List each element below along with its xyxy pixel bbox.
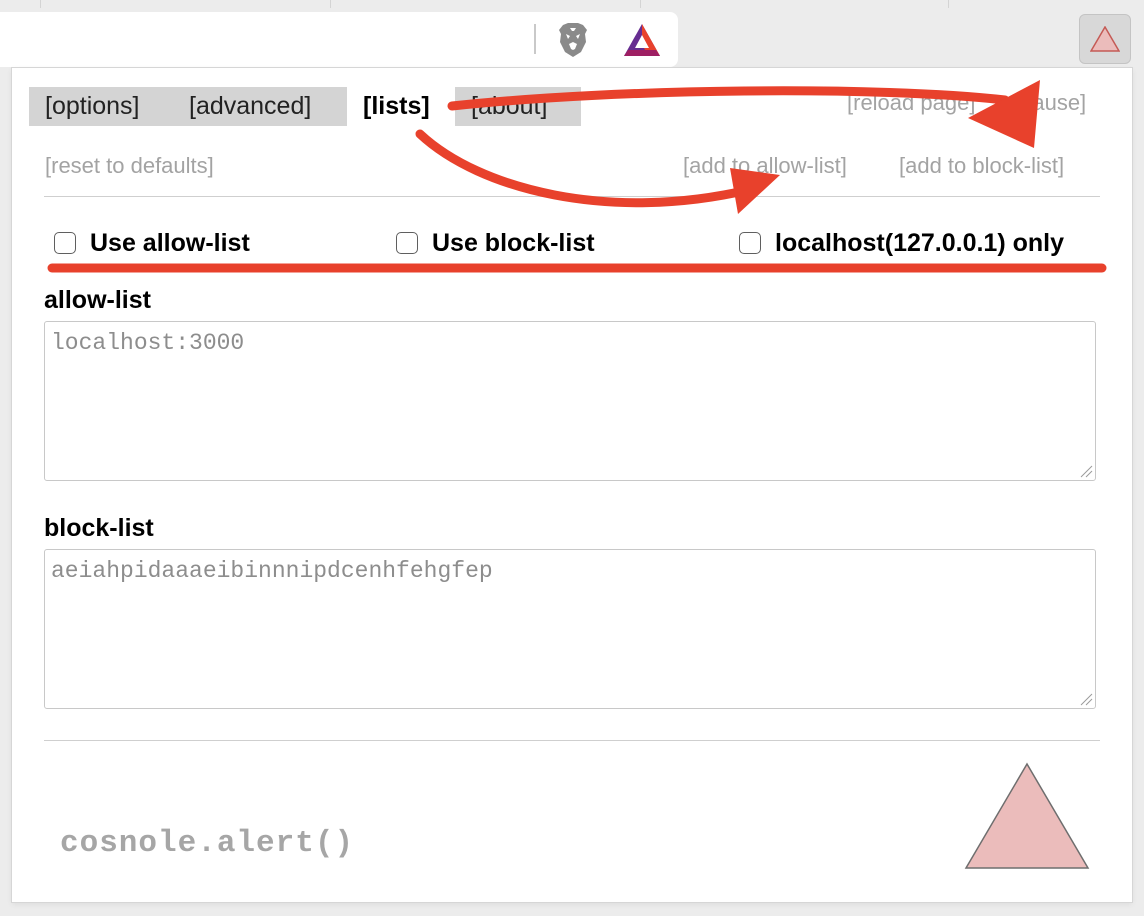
tab-advanced[interactable]: [advanced] — [173, 87, 363, 126]
address-bar-separator — [534, 24, 536, 54]
use-block-list-label: Use block-list — [432, 228, 595, 257]
use-block-list-checkbox[interactable] — [396, 232, 418, 254]
localhost-only-option: localhost(127.0.0.1) only — [739, 226, 1064, 260]
use-allow-list-checkbox[interactable] — [54, 232, 76, 254]
divider-bottom — [44, 740, 1100, 741]
extension-button[interactable] — [1079, 14, 1131, 64]
triangle-logo-icon — [964, 762, 1090, 869]
allow-list-placeholder: localhost:3000 — [51, 330, 245, 356]
use-block-list-option: Use block-list — [396, 226, 595, 260]
extension-popup: [options] [advanced] [lists] [about] [re… — [12, 68, 1132, 902]
reset-defaults-link[interactable]: [reset to defaults] — [45, 153, 214, 179]
add-to-block-list-link[interactable]: [add to block-list] — [899, 153, 1064, 179]
console-alert-text: cosnole.alert() — [60, 826, 355, 861]
brave-lion-icon[interactable] — [557, 22, 589, 58]
block-list-placeholder: aeiahpidaaaeibinnnipdcenhfehgfep — [51, 558, 493, 584]
localhost-only-checkbox[interactable] — [739, 232, 761, 254]
localhost-only-label: localhost(127.0.0.1) only — [775, 228, 1064, 257]
block-list-title: block-list — [44, 514, 154, 542]
use-allow-list-label: Use allow-list — [90, 228, 250, 257]
allow-list-title: allow-list — [44, 286, 151, 314]
browser-toolbar — [0, 0, 1144, 67]
add-to-allow-list-link[interactable]: [add to allow-list] — [683, 153, 847, 179]
resize-grip-icon[interactable] — [1079, 692, 1093, 706]
triangle-icon — [1090, 26, 1120, 52]
use-allow-list-option: Use allow-list — [54, 226, 250, 260]
tab-about[interactable]: [about] — [455, 87, 581, 126]
divider-top — [44, 196, 1100, 197]
pause-link[interactable]: [pause] — [1014, 90, 1086, 116]
tab-strip — [0, 0, 1144, 8]
tab-options[interactable]: [options] — [29, 87, 189, 126]
block-list-textarea[interactable]: aeiahpidaaaeibinnnipdcenhfehgfep — [44, 549, 1096, 709]
tab-lists[interactable]: [lists] — [347, 87, 471, 126]
bat-triangle-icon[interactable] — [622, 22, 662, 58]
resize-grip-icon[interactable] — [1079, 464, 1093, 478]
reload-page-link[interactable]: [reload page] — [847, 90, 975, 116]
allow-list-textarea[interactable]: localhost:3000 — [44, 321, 1096, 481]
